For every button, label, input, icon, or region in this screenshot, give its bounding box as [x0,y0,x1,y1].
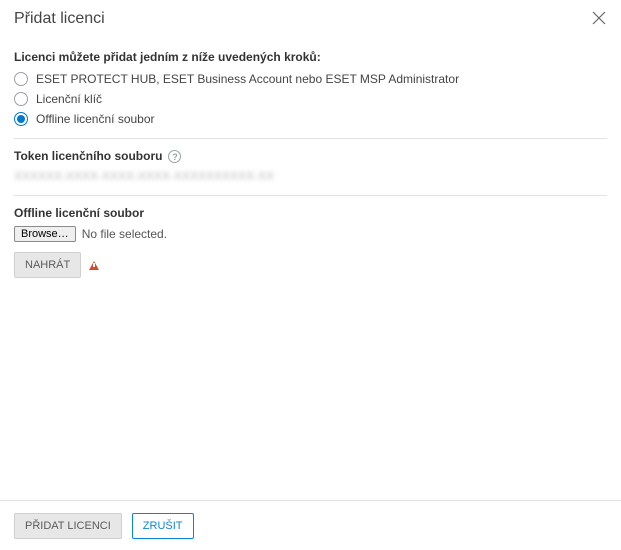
dialog-title: Přidat licenci [14,10,607,28]
help-icon[interactable]: ? [168,150,181,163]
radio-label: ESET PROTECT HUB, ESET Business Account … [36,72,459,86]
dialog-body: Licenci můžete přidat jedním z níže uved… [0,42,621,500]
divider [14,195,607,196]
token-section-label: Token licenčního souboru ? [14,149,607,163]
radio-label: Offline licenční soubor [36,112,155,126]
add-license-button[interactable]: PŘIDAT LICENCI [14,513,122,539]
close-icon[interactable] [591,10,607,26]
token-label-text: Token licenčního souboru [14,149,162,163]
divider [14,138,607,139]
warning-icon [89,261,99,270]
file-status-text: No file selected. [82,227,167,241]
file-picker-row: Browse… No file selected. [14,226,607,242]
radio-label: Licenční klíč [36,92,102,106]
upload-button[interactable]: NAHRÁT [14,252,81,278]
upload-row: NAHRÁT [14,252,607,278]
cancel-button[interactable]: ZRUŠIT [132,513,194,539]
radio-option-license-key[interactable]: Licenční klíč [14,92,607,106]
radio-option-hub[interactable]: ESET PROTECT HUB, ESET Business Account … [14,72,607,86]
token-value-blurred: XXXXXX-XXXX-XXXX-XXXX-XXXXXXXXXX-XX [14,169,607,183]
offline-label-text: Offline licenční soubor [14,206,144,220]
radio-icon [14,92,28,106]
browse-button[interactable]: Browse… [14,226,76,242]
radio-icon [14,72,28,86]
offline-section-label: Offline licenční soubor [14,206,607,220]
radio-option-offline-file[interactable]: Offline licenční soubor [14,112,607,126]
intro-text: Licenci můžete přidat jedním z níže uved… [14,50,607,64]
dialog-footer: PŘIDAT LICENCI ZRUŠIT [0,500,621,550]
dialog-header: Přidat licenci [0,0,621,40]
add-license-dialog: Přidat licenci Licenci můžete přidat jed… [0,0,621,550]
radio-icon [14,112,28,126]
